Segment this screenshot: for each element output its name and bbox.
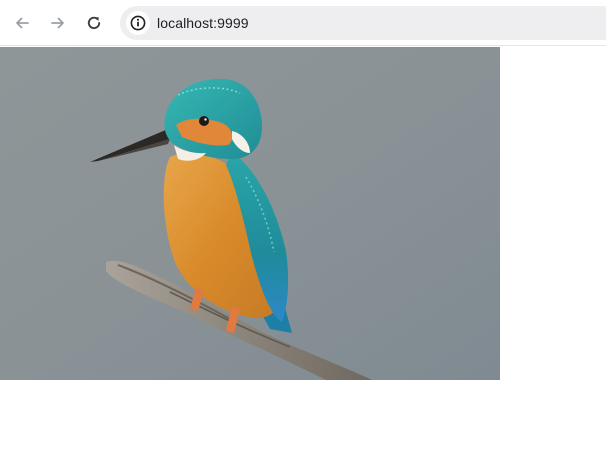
reload-button[interactable] (81, 10, 107, 36)
site-info-button[interactable] (126, 11, 150, 35)
browser-toolbar: localhost:9999 (0, 0, 606, 46)
url-text: localhost:9999 (157, 15, 249, 31)
reload-icon (87, 16, 101, 30)
arrow-right-icon (51, 17, 64, 29)
arrow-left-icon (16, 17, 29, 29)
address-bar[interactable]: localhost:9999 (120, 6, 606, 40)
forward-button[interactable] (45, 10, 71, 36)
page-viewport (0, 47, 606, 465)
kingfisher-photo (0, 47, 500, 380)
back-button[interactable] (9, 10, 35, 36)
info-icon (130, 15, 146, 31)
